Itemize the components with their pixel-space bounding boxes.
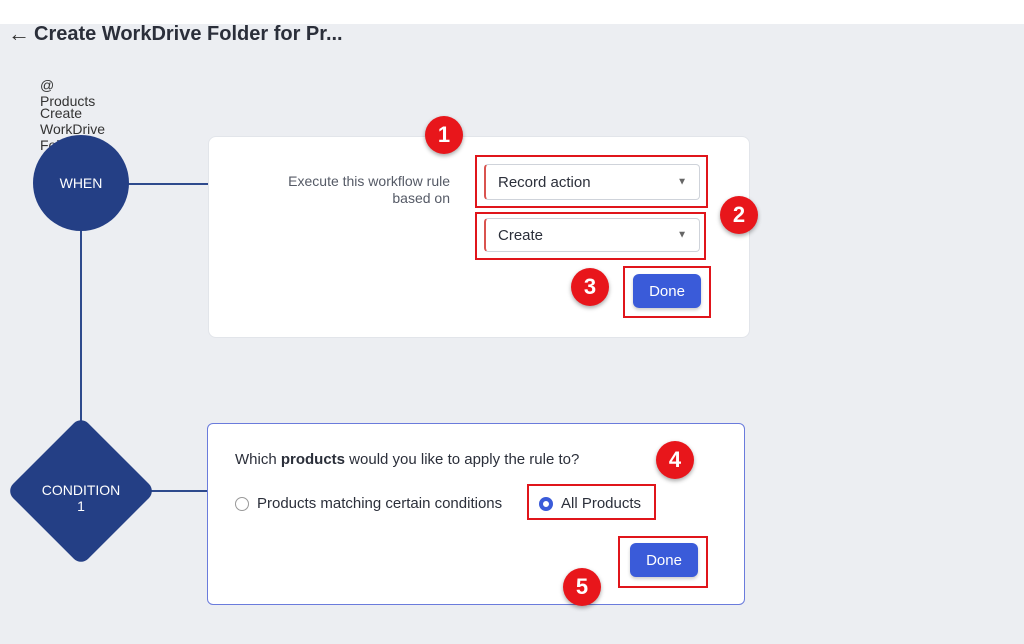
page-title: Create WorkDrive Folder for Pr...	[34, 23, 343, 45]
question-text-bold: products	[280, 451, 346, 468]
step-badge-2: 2	[720, 196, 758, 234]
highlight-box-1	[475, 155, 708, 208]
radio-label-matching-conditions[interactable]: Products matching certain conditions	[257, 495, 502, 512]
flow-connector-vertical	[80, 230, 82, 440]
question-text-post: would you like to apply the rule to?	[345, 451, 580, 468]
highlight-box-3	[623, 266, 711, 318]
when-node[interactable]: WHEN	[33, 135, 129, 231]
highlight-box-5	[618, 536, 708, 588]
when-node-label: WHEN	[59, 175, 103, 191]
condition-node-label: CONDITION 1	[41, 482, 121, 514]
step-badge-3: 3	[571, 268, 609, 306]
top-strip	[0, 0, 1024, 24]
radio-matching-conditions[interactable]	[235, 497, 249, 511]
flow-connector-when	[128, 183, 208, 185]
step-badge-5: 5	[563, 568, 601, 606]
back-arrow-icon[interactable]: ←	[8, 22, 30, 46]
highlight-box-2	[475, 212, 706, 260]
step-badge-1: 1	[425, 116, 463, 154]
condition-question: Which products would you like to apply t…	[235, 451, 579, 468]
question-text-pre: Which	[235, 451, 281, 468]
highlight-box-4	[527, 484, 656, 520]
step-badge-4: 4	[656, 441, 694, 479]
execute-rule-label: Execute this workflow rule based on	[288, 173, 450, 206]
